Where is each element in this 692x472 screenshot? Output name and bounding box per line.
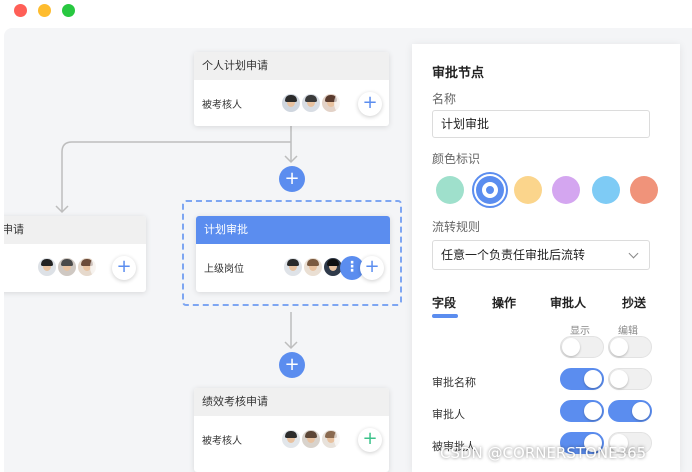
column-show: 显示 <box>570 326 590 337</box>
add-approver-button[interactable]: + <box>358 428 382 452</box>
color-swatch-blue[interactable] <box>472 172 508 208</box>
maximize-window-button[interactable] <box>62 4 75 17</box>
active-tab-indicator <box>432 314 458 318</box>
name-label: 名称 <box>432 92 457 106</box>
tab-cc[interactable]: 抄送 <box>622 294 646 311</box>
panel-title: 审批节点 <box>432 66 485 81</box>
node-role-label: 被考核人 <box>202 436 242 447</box>
watermark-text: CSDN @CORNERSTONE365 <box>440 444 647 462</box>
node-title: 申请 <box>4 216 146 244</box>
toggle-edit[interactable] <box>608 368 652 390</box>
avatar <box>302 256 324 278</box>
toggle-show-all[interactable] <box>560 336 604 358</box>
close-window-button[interactable] <box>14 4 27 17</box>
avatar <box>300 428 322 450</box>
row-label: 审批名称 <box>432 376 476 389</box>
node-plan-review[interactable]: 计划审批 上级岗位 ⋮ + <box>196 216 390 292</box>
toggle-show[interactable] <box>560 400 604 422</box>
color-swatch-sky[interactable] <box>592 176 620 204</box>
node-title: 计划审批 <box>196 216 390 244</box>
avatar <box>280 428 302 450</box>
name-input[interactable]: 计划审批 <box>432 110 650 138</box>
avatar <box>36 256 58 278</box>
avatar <box>280 92 302 114</box>
node-title: 绩效考核申请 <box>194 388 389 416</box>
node-title: 个人计划申请 <box>194 52 389 80</box>
tab-actions[interactable]: 操作 <box>492 294 516 311</box>
flow-rule-label: 流转规则 <box>432 220 481 234</box>
add-approver-button[interactable]: + <box>360 256 384 280</box>
flow-rule-select[interactable]: 任意一个负责任审批后流转 <box>432 240 650 270</box>
column-edit: 编辑 <box>618 326 638 337</box>
add-approver-button[interactable]: + <box>112 256 136 280</box>
color-swatch-teal[interactable] <box>436 176 464 204</box>
node-left-application[interactable]: 申请 + <box>4 216 146 292</box>
toggle-edit[interactable] <box>608 400 652 422</box>
tab-fields[interactable]: 字段 <box>432 294 456 311</box>
add-node-button[interactable]: + <box>279 166 305 192</box>
row-label: 审批人 <box>432 408 465 421</box>
node-role-label: 上级岗位 <box>204 264 244 275</box>
avatar <box>56 256 78 278</box>
add-node-button[interactable]: + <box>279 352 305 378</box>
color-swatch-yellow[interactable] <box>514 176 542 204</box>
toggle-show[interactable] <box>560 368 604 390</box>
node-performance-application[interactable]: 绩效考核申请 被考核人 + <box>194 388 389 472</box>
color-swatch-orange[interactable] <box>630 176 658 204</box>
selected-check-icon <box>482 182 498 198</box>
avatar <box>300 92 322 114</box>
node-personal-plan[interactable]: 个人计划申请 被考核人 + <box>194 52 389 126</box>
node-role-label: 被考核人 <box>202 100 242 111</box>
approval-node-panel: 审批节点 名称 计划审批 颜色标识 流转规则 任意一个负责任审批后流转 字段 操… <box>412 44 680 472</box>
color-swatch-purple[interactable] <box>552 176 580 204</box>
minimize-window-button[interactable] <box>38 4 51 17</box>
add-approver-button[interactable]: + <box>358 92 382 116</box>
flow-rule-value: 任意一个负责任审批后流转 <box>441 248 586 262</box>
chevron-down-icon <box>628 248 639 259</box>
avatar <box>282 256 304 278</box>
window-titlebar <box>0 0 692 28</box>
toggle-edit-all[interactable] <box>608 336 652 358</box>
color-label: 颜色标识 <box>432 152 481 166</box>
tab-approvers[interactable]: 审批人 <box>550 294 586 311</box>
